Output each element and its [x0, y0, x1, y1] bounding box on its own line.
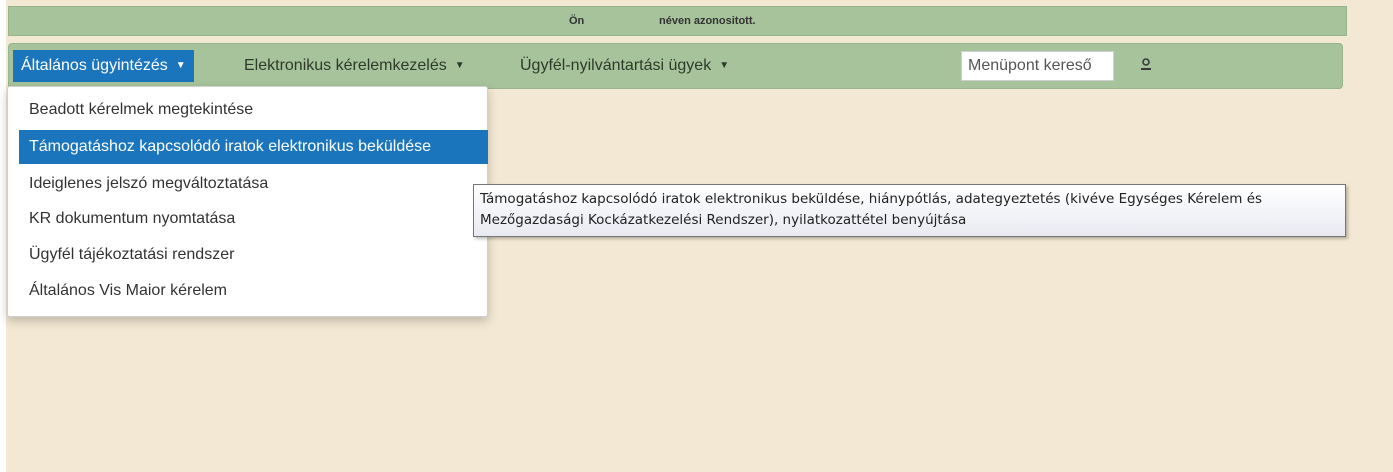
nav-item-elektronikus-kerelemkezeles[interactable]: Elektronikus kérelemkezelés ▼	[244, 50, 465, 82]
nav-item-ugyfel-nyilvantartasi-ugyek[interactable]: Ügyfél-nyilvántartási ügyek ▼	[520, 50, 729, 82]
identity-bar: Ön néven azonositott.	[8, 6, 1347, 36]
dropdown-menu: Beadott kérelmek megtekintése Támogatásh…	[7, 86, 488, 317]
identity-prefix: Ön	[569, 15, 585, 27]
menu-item-tamogatas-iratok[interactable]: Támogatáshoz kapcsolódó iratok elektroni…	[19, 130, 488, 164]
menu-item-ugyfel-tajekoztatasi[interactable]: Ügyfél tájékoztatási rendszer	[19, 238, 488, 272]
menu-search-input[interactable]	[961, 51, 1114, 81]
caret-down-icon: ▼	[175, 60, 186, 71]
caret-down-icon: ▼	[454, 60, 465, 71]
menu-item-ideiglenes-jelszo[interactable]: Ideiglenes jelszó megváltoztatása	[19, 167, 488, 201]
caret-down-icon: ▼	[719, 60, 730, 71]
left-edge-strip	[0, 0, 6, 472]
nav-item-label: Ügyfél-nyilvántartási ügyek	[520, 57, 712, 75]
page: Ön néven azonositott. Általános ügyintéz…	[0, 0, 1393, 472]
tooltip: Támogatáshoz kapcsolódó iratok elektroni…	[473, 184, 1346, 237]
user-icon[interactable]	[1139, 57, 1153, 73]
identity-suffix: néven azonositott.	[659, 15, 756, 27]
nav-item-altalanos-ugyintezes[interactable]: Általános ügyintézés ▼	[13, 50, 194, 82]
menu-item-kr-dokumentum[interactable]: KR dokumentum nyomtatása	[19, 202, 488, 236]
menu-item-vis-maior[interactable]: Általános Vis Maior kérelem	[19, 274, 488, 308]
tooltip-line-2: Mezőgazdasági Kockázatkezelési Rendszer)…	[480, 212, 967, 228]
main-nav-bar: Általános ügyintézés ▼ Elektronikus kérel…	[8, 43, 1343, 89]
nav-item-label: Elektronikus kérelemkezelés	[244, 57, 447, 75]
menu-item-beadott-kerelmek[interactable]: Beadott kérelmek megtekintése	[19, 93, 488, 127]
tooltip-line-1: Támogatáshoz kapcsolódó iratok elektroni…	[480, 191, 1263, 207]
nav-item-label: Általános ügyintézés	[21, 57, 168, 75]
